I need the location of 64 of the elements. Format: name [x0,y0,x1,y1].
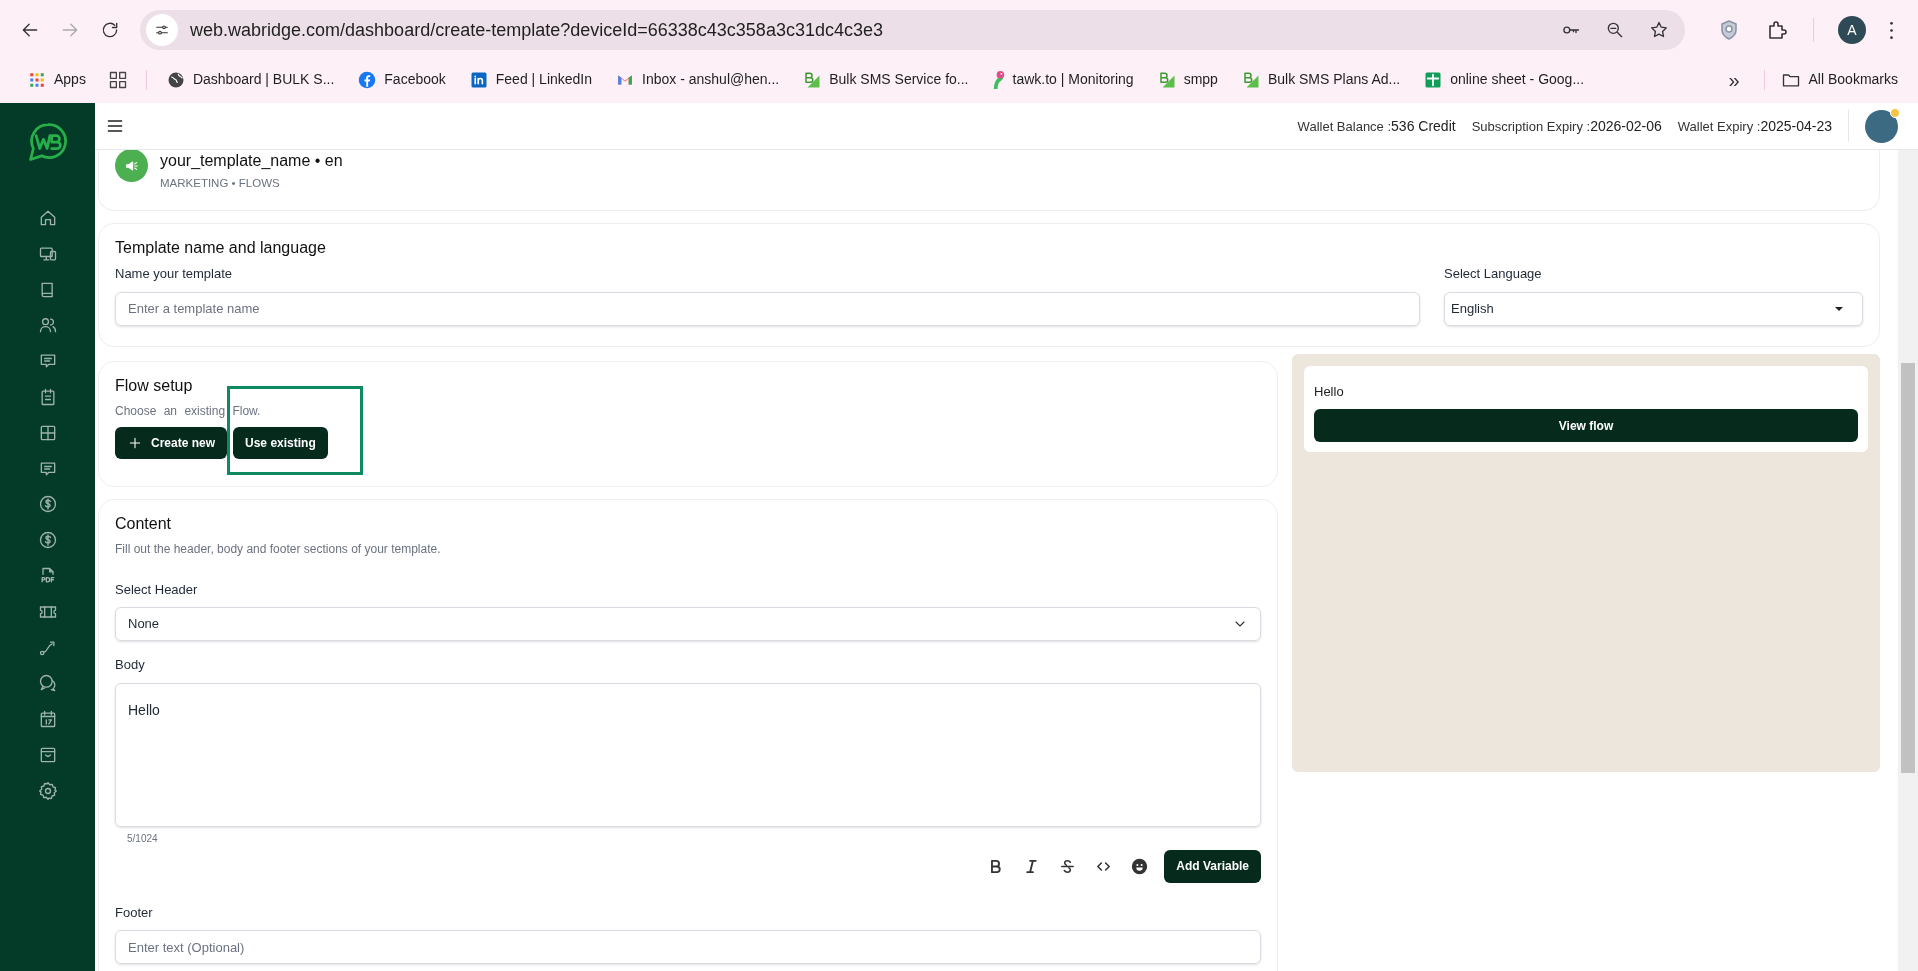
settings-icon [37,780,58,801]
use-existing-button[interactable]: Use existing [233,426,328,459]
message-text: Hello [1314,382,1345,401]
header-stat: Wallet Balance :536 Credit [1297,116,1456,136]
strike-icon [1058,857,1076,875]
body-textarea[interactable]: Hello [115,682,1261,827]
template-title: your_template_name • en [160,151,343,171]
bookmark-link[interactable]: Dashboard | BULK S... [158,69,343,90]
field-label: Body [115,656,146,674]
header-select[interactable]: None [115,607,1261,641]
field-label: Name your template [115,265,234,283]
view-flow-button[interactable]: View flow [1314,409,1858,442]
section-title: Flow setup [115,375,194,396]
create-new-button[interactable]: Create new [115,426,228,459]
bookmark-link[interactable]: Facebook [350,69,454,90]
kebab-menu-icon [1890,21,1893,39]
header-stat: Wallet Expiry :2025-04-23 [1677,116,1832,136]
template-category: MARKETING • FLOWS [160,176,281,191]
bookmark-link[interactable]: online sheet - Goog... [1416,69,1593,90]
globe-icon [166,70,185,89]
b-logo-icon [1157,70,1176,89]
reload-icon [100,20,120,40]
address-bar[interactable]: web.wabridge.com/dashboard/create-template?deviceId=66338c43c358a3c31dc4c3e3 [140,10,1685,50]
bookmark-link[interactable]: smpp [1149,69,1226,90]
chat-icon [37,673,58,694]
grid-icon [107,69,128,90]
linkedin-icon [469,70,488,89]
section-description: Fill out the header, body and footer sections of your template. [115,540,442,558]
character-counter: 5/1024 [127,831,159,846]
dollar-icon [37,494,58,515]
status-badge [1890,107,1900,118]
footer-field[interactable]: Enter text (Optional) [115,930,1261,964]
more-bookmarks-button[interactable]: » [1720,64,1748,95]
emoji-icon [1130,857,1148,875]
user-avatar[interactable] [1865,109,1898,143]
section-description: Choose an existing Flow. [115,402,262,420]
nav-settings-button[interactable] [36,779,59,802]
facebook-icon [358,70,377,89]
url-text: web.wabridge.com/dashboard/create-template?deviceId=66338c43c358a3c31dc4c3e3 [190,18,884,42]
profile-avatar[interactable]: A [1838,16,1866,44]
b-logo-icon [803,70,822,89]
section-title: Template name and language [115,238,327,258]
bookmark-link[interactable]: tawk.to | Monitoring [984,69,1142,90]
header-stat: Subscription Expiry :2026-02-06 [1471,116,1662,136]
field-label: Select Header [115,580,199,599]
apps-grid-icon [28,70,46,89]
sheet-icon [1424,70,1443,89]
section-title: Content [115,513,173,534]
field-label: Select Language [1444,265,1543,283]
field-label: Footer [115,903,154,922]
scrollbar-thumb[interactable] [1901,363,1915,773]
zoom-out-icon [1605,20,1625,40]
bookmark-link[interactable]: Bulk SMS Plans Ad... [1233,69,1409,90]
bookmark-link[interactable]: Inbox - anshul@hen... [608,69,788,90]
template-name-field[interactable]: Enter a template name [115,291,1420,326]
bookmark-link[interactable]: Feed | LinkedIn [461,69,601,90]
b-logo-icon [1241,70,1260,89]
star-icon [1649,20,1669,40]
bookmark-link[interactable]: Apps [20,69,94,90]
dollar-icon [37,530,58,551]
language-select[interactable]: English [1444,291,1863,326]
add-variable-button[interactable]: Add Variable [1164,849,1261,883]
bookmark-link[interactable]: Bulk SMS Service fo... [795,69,977,90]
all-bookmarks-button[interactable]: All Bookmarks [1780,69,1898,90]
